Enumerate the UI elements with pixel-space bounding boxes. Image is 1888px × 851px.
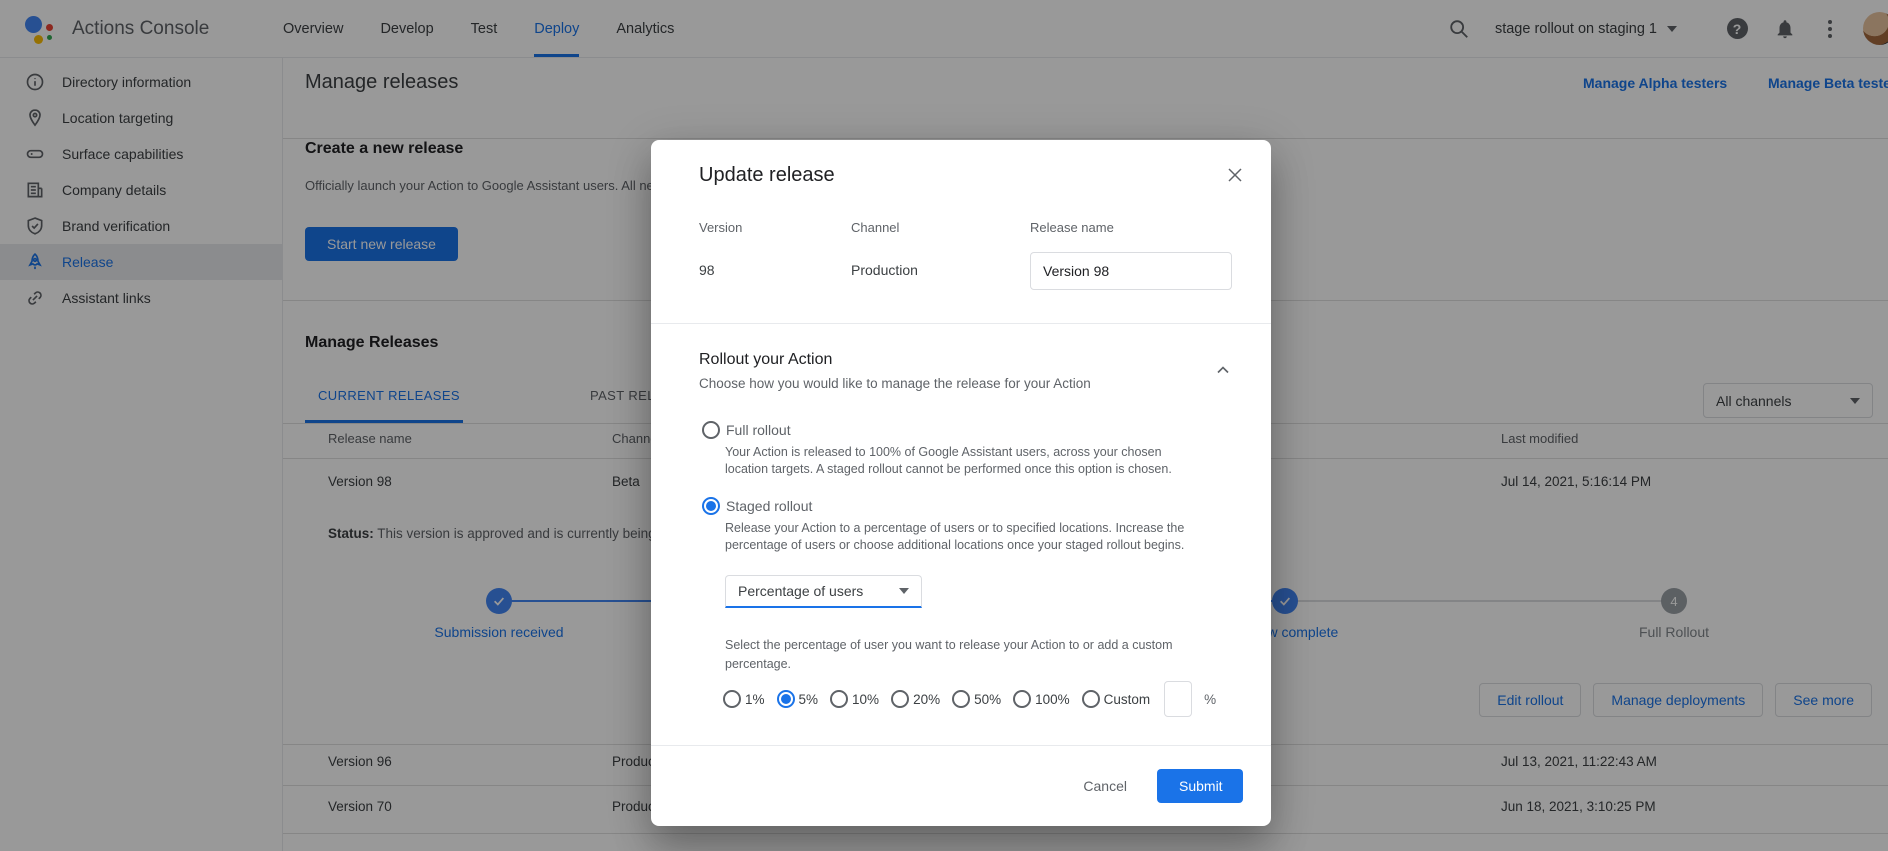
- radio-unselected-icon: [891, 690, 909, 708]
- full-rollout-description: Your Action is released to 100% of Googl…: [725, 444, 1205, 478]
- rollout-section-title: Rollout your Action: [699, 351, 832, 369]
- radio-unselected-icon: [830, 690, 848, 708]
- submit-button[interactable]: Submit: [1157, 769, 1243, 803]
- radio-unselected-icon: [952, 690, 970, 708]
- percentage-option-1[interactable]: 1%: [723, 690, 765, 708]
- percentage-option-10[interactable]: 10%: [830, 690, 879, 708]
- rollout-method-value: Percentage of users: [738, 583, 863, 599]
- version-label: Version: [699, 220, 851, 236]
- dialog-title: Update release: [699, 164, 835, 187]
- staged-rollout-label: Staged rollout: [726, 498, 812, 514]
- percent-unit-label: %: [1204, 692, 1216, 707]
- radio-unselected-icon: [723, 690, 741, 708]
- staged-rollout-option[interactable]: Staged rollout: [702, 497, 812, 515]
- chevron-down-icon: [899, 588, 909, 594]
- percentage-option-100[interactable]: 100%: [1013, 690, 1070, 708]
- staged-rollout-description: Release your Action to a percentage of u…: [725, 520, 1205, 554]
- full-rollout-label: Full rollout: [726, 422, 791, 438]
- divider: [651, 323, 1271, 324]
- percentage-option-custom[interactable]: Custom: [1082, 690, 1151, 708]
- percentage-hint: Select the percentage of user you want t…: [725, 636, 1205, 674]
- close-icon[interactable]: [1223, 163, 1247, 187]
- update-release-dialog: Update release Version 98 Channel Produc…: [651, 140, 1271, 826]
- channel-value: Production: [851, 262, 1030, 278]
- custom-percentage-input[interactable]: [1164, 681, 1192, 717]
- release-name-label: Release name: [1030, 220, 1240, 236]
- radio-unselected-icon: [1013, 690, 1031, 708]
- radio-unselected-icon: [1082, 690, 1100, 708]
- rollout-section-subtitle: Choose how you would like to manage the …: [699, 376, 1091, 391]
- percentage-options: 1% 5% 10% 20% 50% 100% Custom %: [723, 680, 1216, 718]
- cancel-button[interactable]: Cancel: [1083, 778, 1127, 794]
- version-value: 98: [699, 262, 851, 278]
- percentage-option-5[interactable]: 5%: [777, 690, 819, 708]
- radio-selected-icon: [702, 497, 720, 515]
- percentage-option-20[interactable]: 20%: [891, 690, 940, 708]
- release-name-input[interactable]: [1030, 252, 1232, 290]
- full-rollout-option[interactable]: Full rollout: [702, 421, 791, 439]
- percentage-option-50[interactable]: 50%: [952, 690, 1001, 708]
- dialog-footer: Cancel Submit: [651, 745, 1271, 826]
- chevron-up-icon[interactable]: [1211, 358, 1235, 382]
- radio-unselected-icon: [702, 421, 720, 439]
- channel-label: Channel: [851, 220, 1030, 236]
- release-fields: Version 98 Channel Production Release na…: [699, 220, 1240, 290]
- rollout-method-select[interactable]: Percentage of users: [725, 575, 922, 608]
- radio-selected-icon: [777, 690, 795, 708]
